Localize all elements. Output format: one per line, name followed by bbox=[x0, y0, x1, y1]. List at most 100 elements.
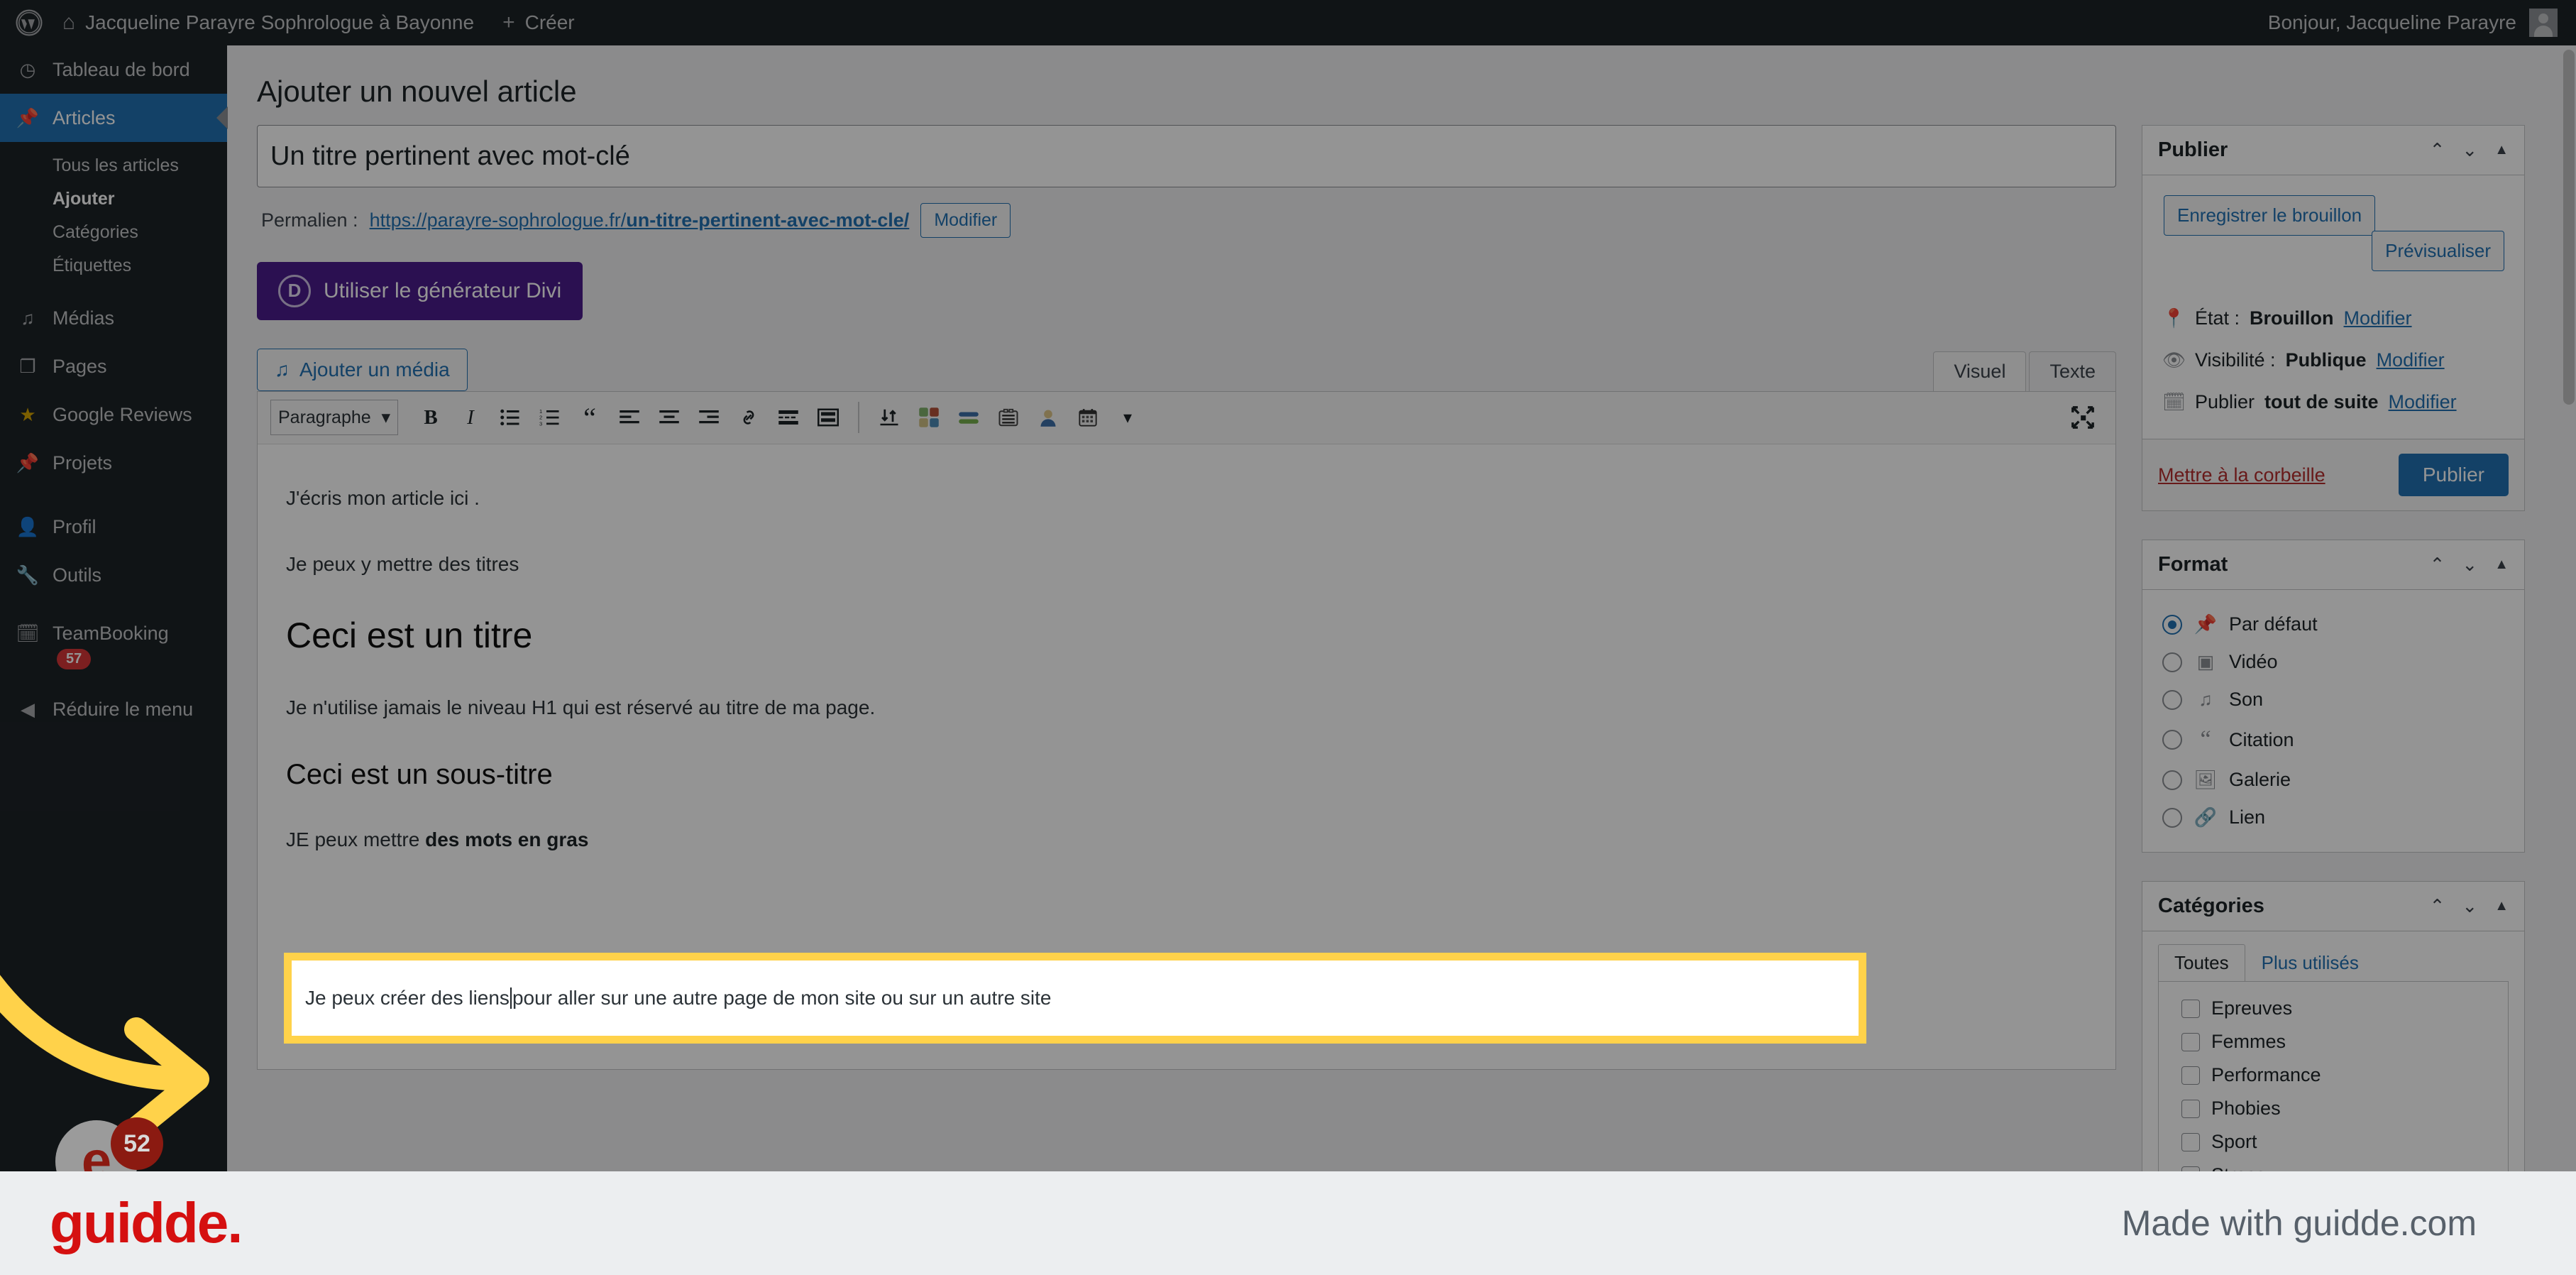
chevron-down-icon[interactable]: ▾ bbox=[1108, 399, 1147, 436]
tab-most-used-categories[interactable]: Plus utilisés bbox=[2245, 944, 2375, 981]
align-center-icon[interactable] bbox=[649, 399, 689, 436]
bold-icon[interactable]: B bbox=[411, 399, 451, 436]
numbered-list-icon[interactable]: 123 bbox=[530, 399, 570, 436]
category-item[interactable]: Stress bbox=[2159, 1159, 2508, 1171]
publish-panel: Publier ⌃ ⌄ ▲ Enregistrer le brouillon P… bbox=[2142, 125, 2525, 512]
color-blocks-icon[interactable] bbox=[909, 399, 949, 436]
highlighted-editor-line[interactable]: Je peux créer des liens pour aller sur u… bbox=[284, 953, 1866, 1044]
format-option-audio[interactable]: ♫ Son bbox=[2158, 681, 2509, 718]
category-item[interactable]: Performance bbox=[2159, 1058, 2508, 1092]
scrollbar-thumb[interactable] bbox=[2563, 50, 2575, 405]
lines-icon[interactable] bbox=[989, 399, 1028, 436]
move-down-icon[interactable]: ⌄ bbox=[2462, 139, 2477, 161]
person-icon[interactable] bbox=[1028, 399, 1068, 436]
italic-icon[interactable]: I bbox=[451, 399, 490, 436]
move-to-trash-link[interactable]: Mettre à la corbeille bbox=[2158, 464, 2325, 486]
sidebar-item-collapse-menu[interactable]: ◀ Réduire le menu bbox=[0, 685, 227, 733]
format-option-gallery[interactable]: 🖼 Galerie bbox=[2158, 761, 2509, 799]
checkbox[interactable] bbox=[2181, 999, 2200, 1018]
tab-texte[interactable]: Texte bbox=[2029, 351, 2116, 391]
format-option-quote[interactable]: “ Citation bbox=[2158, 718, 2509, 761]
category-item[interactable]: Femmes bbox=[2159, 1025, 2508, 1058]
category-item[interactable]: Epreuves bbox=[2159, 992, 2508, 1025]
categories-list[interactable]: Epreuves Femmes Performance Phobies Spor… bbox=[2158, 981, 2509, 1171]
move-down-icon[interactable]: ⌄ bbox=[2462, 895, 2477, 917]
pin-icon: 📌 bbox=[16, 452, 40, 474]
move-up-icon[interactable]: ⌃ bbox=[2430, 139, 2445, 161]
insert-link-icon[interactable] bbox=[729, 399, 769, 436]
sidebar-item-medias[interactable]: ♫ Médias bbox=[0, 294, 227, 342]
edit-schedule-link[interactable]: Modifier bbox=[2389, 391, 2457, 413]
sidebar-item-google-reviews[interactable]: ★ Google Reviews bbox=[0, 390, 227, 439]
align-left-icon[interactable] bbox=[610, 399, 649, 436]
sort-icon[interactable] bbox=[869, 399, 909, 436]
format-option-video[interactable]: ▣ Vidéo bbox=[2158, 643, 2509, 681]
radio-button[interactable] bbox=[2162, 689, 2182, 710]
tab-all-categories[interactable]: Toutes bbox=[2158, 944, 2245, 982]
page-scrollbar[interactable] bbox=[2562, 45, 2576, 1171]
radio-button[interactable] bbox=[2162, 614, 2182, 635]
radio-button[interactable] bbox=[2162, 807, 2182, 828]
edit-visibility-link[interactable]: Modifier bbox=[2377, 349, 2445, 371]
sidebar-item-projets[interactable]: 📌 Projets bbox=[0, 439, 227, 487]
site-name-menu[interactable]: ⌂ Jacqueline Parayre Sophrologue à Bayon… bbox=[48, 0, 488, 45]
align-right-icon[interactable] bbox=[689, 399, 729, 436]
sidebar-subitem-tags[interactable]: Étiquettes bbox=[0, 249, 227, 283]
sidebar-item-label: Projets bbox=[53, 452, 113, 474]
sidebar-item-pages[interactable]: ❐ Pages bbox=[0, 342, 227, 390]
read-more-icon[interactable] bbox=[769, 399, 808, 436]
dashboard-icon: ◷ bbox=[19, 58, 36, 80]
sidebar-subitem-all-posts[interactable]: Tous les articles bbox=[0, 149, 227, 182]
checkbox[interactable] bbox=[2181, 1132, 2200, 1151]
radio-button[interactable] bbox=[2162, 652, 2182, 672]
category-item[interactable]: Sport bbox=[2159, 1125, 2508, 1159]
post-title-input[interactable]: Un titre pertinent avec mot-clé bbox=[257, 125, 2116, 188]
toggle-panel-icon[interactable]: ▲ bbox=[2494, 557, 2509, 573]
radio-button[interactable] bbox=[2162, 730, 2182, 750]
checkbox[interactable] bbox=[2181, 1166, 2200, 1171]
permalink-base: https://parayre-sophrologue.fr/ bbox=[369, 209, 627, 231]
bars-icon[interactable] bbox=[949, 399, 989, 436]
sidebar-item-outils[interactable]: 🔧 Outils bbox=[0, 551, 227, 599]
post-status-row: 📍 État : Brouillon Modifier bbox=[2158, 297, 2509, 339]
preview-button[interactable]: Prévisualiser bbox=[2372, 231, 2504, 272]
sidebar-subitem-categories[interactable]: Catégories bbox=[0, 216, 227, 249]
sidebar-item-label: Profil bbox=[53, 515, 97, 537]
calendar-icon[interactable] bbox=[1068, 399, 1108, 436]
checkbox[interactable] bbox=[2181, 1032, 2200, 1051]
bulleted-list-icon[interactable] bbox=[490, 399, 530, 436]
new-content-menu[interactable]: + Créer bbox=[488, 0, 589, 45]
paragraph-format-select[interactable]: Paragraphe ▾ bbox=[270, 400, 398, 436]
save-draft-button[interactable]: Enregistrer le brouillon bbox=[2164, 195, 2376, 236]
move-down-icon[interactable]: ⌄ bbox=[2462, 554, 2477, 576]
wordpress-icon[interactable] bbox=[10, 9, 48, 36]
toolbar-toggle-icon[interactable] bbox=[808, 399, 848, 436]
edit-permalink-button[interactable]: Modifier bbox=[920, 203, 1011, 238]
move-up-icon[interactable]: ⌃ bbox=[2430, 554, 2445, 576]
sidebar-item-profil[interactable]: 👤 Profil bbox=[0, 503, 227, 551]
format-option-link[interactable]: 🔗 Lien bbox=[2158, 799, 2509, 836]
use-divi-builder-button[interactable]: D Utiliser le générateur Divi bbox=[257, 261, 583, 320]
radio-button[interactable] bbox=[2162, 770, 2182, 790]
support-chat-widget[interactable]: e 52 bbox=[55, 1117, 163, 1171]
sidebar-item-teambooking[interactable]: 🗓 TeamBooking bbox=[0, 615, 227, 652]
tab-visuel[interactable]: Visuel bbox=[1933, 351, 2027, 391]
toggle-panel-icon[interactable]: ▲ bbox=[2494, 142, 2509, 158]
add-media-button[interactable]: ♫ Ajouter un média bbox=[257, 348, 468, 391]
sidebar-item-dashboard[interactable]: ◷ Tableau de bord bbox=[0, 45, 227, 94]
checkbox[interactable] bbox=[2181, 1099, 2200, 1118]
permalink-url[interactable]: https://parayre-sophrologue.fr/un-titre-… bbox=[370, 209, 910, 231]
checkbox[interactable] bbox=[2181, 1066, 2200, 1085]
fullscreen-icon[interactable] bbox=[2063, 399, 2103, 436]
format-option-default[interactable]: 📌 Par défaut bbox=[2158, 606, 2509, 643]
edit-status-link[interactable]: Modifier bbox=[2344, 307, 2412, 329]
move-up-icon[interactable]: ⌃ bbox=[2430, 895, 2445, 917]
publish-button[interactable]: Publier bbox=[2398, 454, 2509, 497]
blockquote-icon[interactable]: “ bbox=[570, 399, 610, 436]
sidebar-item-articles[interactable]: 📌 Articles bbox=[0, 94, 227, 142]
admin-bar-account[interactable]: Bonjour, Jacqueline Parayre bbox=[2268, 9, 2576, 37]
avatar bbox=[2529, 9, 2558, 37]
category-item[interactable]: Phobies bbox=[2159, 1092, 2508, 1125]
toggle-panel-icon[interactable]: ▲ bbox=[2494, 898, 2509, 914]
sidebar-subitem-add-new[interactable]: Ajouter bbox=[0, 182, 227, 216]
